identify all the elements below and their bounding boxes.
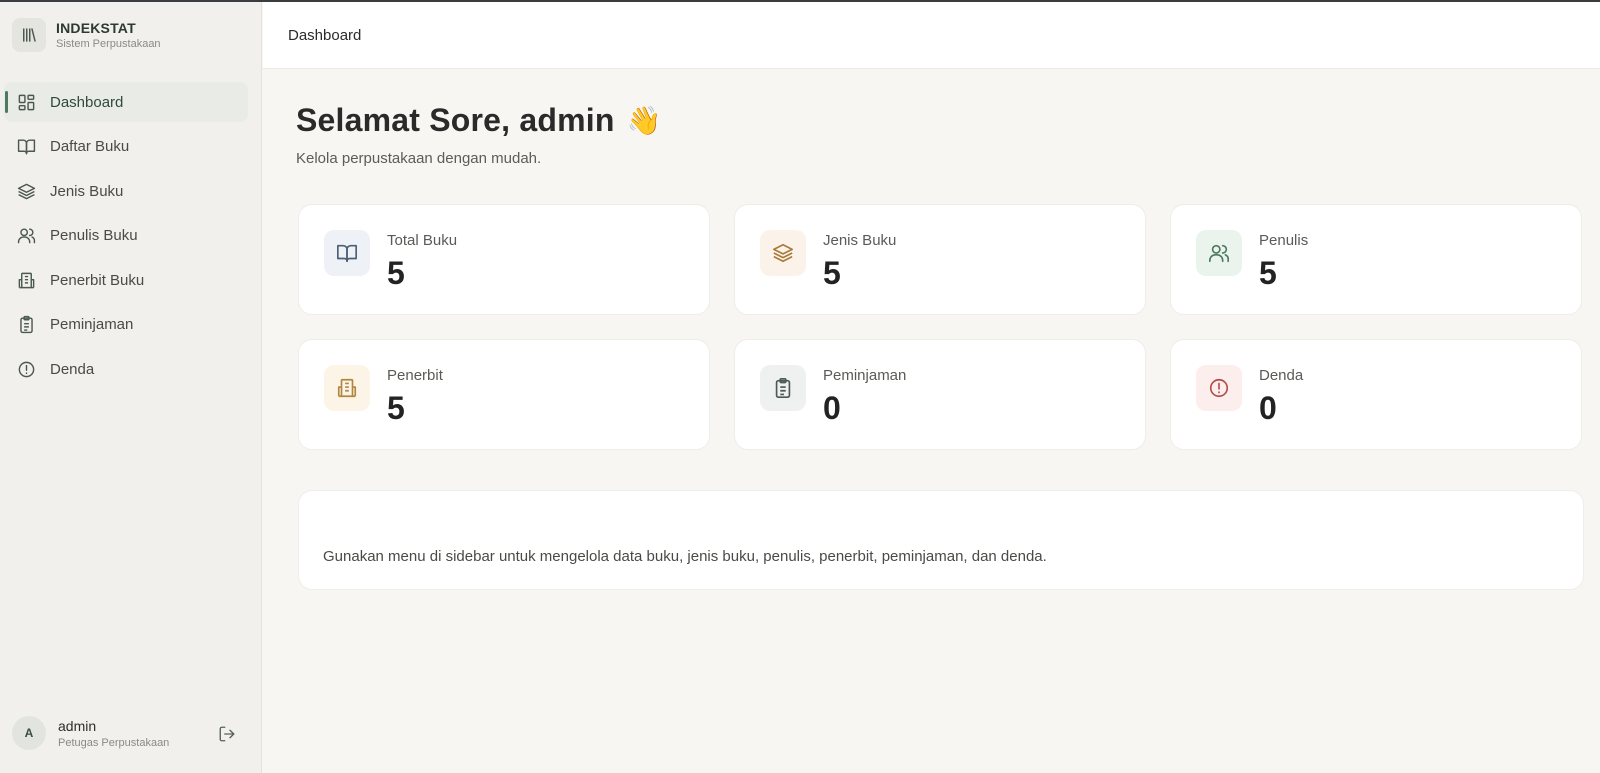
greeting: Selamat Sore, admin 👋 bbox=[296, 102, 661, 139]
stat-value: 5 bbox=[823, 255, 841, 291]
layers-icon bbox=[760, 230, 806, 276]
stat-card-jenis-buku[interactable]: Jenis Buku 5 bbox=[734, 204, 1146, 315]
info-panel: Gunakan menu di sidebar untuk mengelola … bbox=[298, 490, 1584, 590]
sidebar-item-dashboard[interactable]: Dashboard bbox=[4, 82, 248, 122]
sidebar-item-label: Denda bbox=[50, 361, 95, 379]
stat-card-penulis[interactable]: Penulis 5 bbox=[1170, 204, 1582, 315]
waving-hand-icon: 👋 bbox=[626, 105, 662, 136]
logout-icon[interactable] bbox=[216, 723, 238, 745]
dashboard-icon bbox=[16, 92, 36, 112]
stat-card-peminjaman[interactable]: Peminjaman 0 bbox=[734, 339, 1146, 450]
sidebar-item-label: Penulis Buku bbox=[50, 227, 138, 245]
top-header: Dashboard bbox=[263, 2, 1600, 69]
stat-label: Jenis Buku bbox=[823, 232, 897, 249]
page-title: Dashboard bbox=[288, 26, 362, 44]
stat-value: 5 bbox=[387, 255, 405, 291]
stat-value: 0 bbox=[1259, 390, 1277, 426]
alert-circle-icon bbox=[1196, 365, 1242, 411]
sidebar-item-penulis-buku[interactable]: Penulis Buku bbox=[4, 216, 248, 256]
avatar: A bbox=[12, 716, 46, 750]
alert-circle-icon bbox=[16, 360, 36, 380]
stat-value: 0 bbox=[823, 390, 841, 426]
building-icon bbox=[16, 270, 36, 290]
stat-value: 5 bbox=[387, 390, 405, 426]
sidebar: INDEKSTAT Sistem Perpustakaan Dashboard … bbox=[0, 0, 262, 773]
sidebar-item-label: Jenis Buku bbox=[50, 182, 124, 200]
sidebar-nav: Dashboard Daftar Buku Jenis Buku Penulis… bbox=[4, 82, 248, 394]
users-icon bbox=[1196, 230, 1242, 276]
stat-card-total-buku[interactable]: Total Buku 5 bbox=[298, 204, 710, 315]
brand-subtitle: Sistem Perpustakaan bbox=[56, 38, 161, 50]
stat-label: Denda bbox=[1259, 367, 1304, 384]
building-icon bbox=[324, 365, 370, 411]
clipboard-icon bbox=[16, 315, 36, 335]
greeting-subtitle: Kelola perpustakaan dengan mudah. bbox=[296, 150, 542, 167]
stat-label: Penulis bbox=[1259, 232, 1309, 249]
brand-title: INDEKSTAT bbox=[56, 20, 136, 36]
sidebar-item-label: Dashboard bbox=[50, 93, 124, 111]
layers-icon bbox=[16, 181, 36, 201]
sidebar-item-label: Daftar Buku bbox=[50, 138, 130, 156]
book-open-icon bbox=[324, 230, 370, 276]
user-role: Petugas Perpustakaan bbox=[58, 736, 170, 749]
sidebar-item-peminjaman[interactable]: Peminjaman bbox=[4, 305, 248, 345]
stat-card-denda[interactable]: Denda 0 bbox=[1170, 339, 1582, 450]
sidebar-item-label: Peminjaman bbox=[50, 316, 134, 334]
brand[interactable]: INDEKSTAT Sistem Perpustakaan bbox=[12, 18, 161, 52]
user-name: admin bbox=[58, 717, 97, 734]
sidebar-item-label: Penerbit Buku bbox=[50, 271, 145, 289]
sidebar-item-daftar-buku[interactable]: Daftar Buku bbox=[4, 127, 248, 167]
sidebar-item-denda[interactable]: Denda bbox=[4, 350, 248, 390]
stat-label: Peminjaman bbox=[823, 367, 907, 384]
sidebar-item-jenis-buku[interactable]: Jenis Buku bbox=[4, 171, 248, 211]
user-profile: A admin Petugas Perpustakaan bbox=[12, 716, 238, 750]
greeting-heading: Selamat Sore, admin bbox=[296, 102, 615, 138]
stat-label: Penerbit bbox=[387, 367, 443, 384]
clipboard-icon bbox=[760, 365, 806, 411]
stat-label: Total Buku bbox=[387, 232, 458, 249]
users-icon bbox=[16, 226, 36, 246]
library-icon bbox=[12, 18, 46, 52]
stat-card-penerbit[interactable]: Penerbit 5 bbox=[298, 339, 710, 450]
book-open-icon bbox=[16, 137, 36, 157]
window-top-border bbox=[0, 0, 1600, 2]
stat-value: 5 bbox=[1259, 255, 1277, 291]
info-text: Gunakan menu di sidebar untuk mengelola … bbox=[323, 548, 1047, 565]
sidebar-item-penerbit-buku[interactable]: Penerbit Buku bbox=[4, 260, 248, 300]
